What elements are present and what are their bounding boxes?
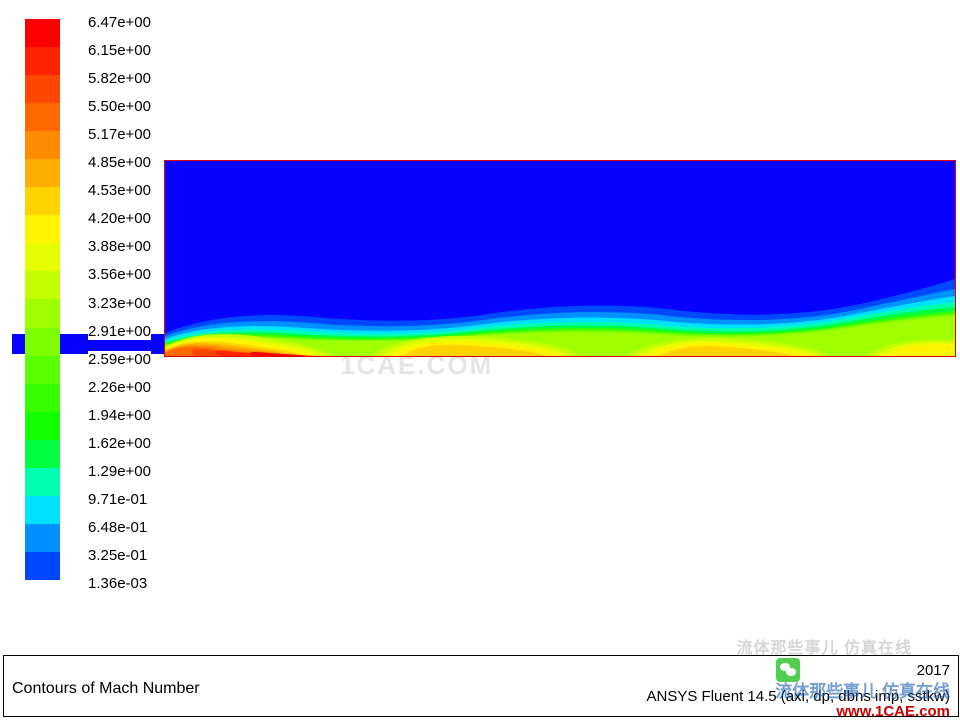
legend-label: 5.82e+00 bbox=[88, 70, 151, 87]
legend-label: 2.59e+00 bbox=[88, 351, 151, 368]
colormap-segment bbox=[25, 412, 60, 440]
legend-label: 6.15e+00 bbox=[88, 42, 151, 59]
colormap-segment bbox=[25, 243, 60, 271]
colormap-segment bbox=[25, 103, 60, 131]
colormap-segment bbox=[25, 328, 60, 356]
colormap-segment bbox=[25, 159, 60, 187]
legend-label: 3.88e+00 bbox=[88, 238, 151, 255]
colormap-segment bbox=[25, 496, 60, 524]
colormap-segment bbox=[25, 187, 60, 215]
legend-label: 5.50e+00 bbox=[88, 98, 151, 115]
colormap-bar bbox=[25, 19, 60, 580]
colormap-segment bbox=[25, 75, 60, 103]
watermark-url: www.1CAE.com bbox=[836, 703, 950, 720]
colormap-segment bbox=[25, 19, 60, 47]
legend-label: 4.53e+00 bbox=[88, 182, 151, 199]
legend-label: 3.25e-01 bbox=[88, 547, 147, 564]
legend-label: 9.71e-01 bbox=[88, 491, 147, 508]
colormap-segment bbox=[25, 299, 60, 327]
visualization-canvas: 6.47e+00 6.15e+00 5.82e+00 5.50e+00 5.17e+00… bbox=[0, 0, 960, 640]
legend-label: 1.94e+00 bbox=[88, 407, 151, 424]
colormap-segment bbox=[25, 131, 60, 159]
legend-label: 3.23e+00 bbox=[88, 295, 151, 312]
watermark-cn-blue: 流体那些事儿 仿真在线 bbox=[775, 677, 950, 702]
legend-label: 2.91e+00 bbox=[88, 323, 151, 340]
legend-label: 2.26e+00 bbox=[88, 379, 151, 396]
mach-contours-svg bbox=[165, 161, 955, 356]
legend-label: 6.48e-01 bbox=[88, 519, 147, 536]
legend-label: 6.47e+00 bbox=[88, 14, 151, 31]
colormap-segment bbox=[25, 468, 60, 496]
colormap-segment bbox=[25, 524, 60, 552]
contour-plot bbox=[164, 160, 956, 357]
colormap-segment bbox=[25, 384, 60, 412]
legend-label: 4.85e+00 bbox=[88, 154, 151, 171]
colormap-segment bbox=[25, 271, 60, 299]
plot-title: Contours of Mach Number bbox=[12, 680, 200, 698]
legend-label: 3.56e+00 bbox=[88, 266, 151, 283]
colormap-segment bbox=[25, 552, 60, 580]
legend-label: 1.62e+00 bbox=[88, 435, 151, 452]
legend-label: 5.17e+00 bbox=[88, 126, 151, 143]
colormap-segment bbox=[25, 440, 60, 468]
legend-label: 1.29e+00 bbox=[88, 463, 151, 480]
colormap-segment bbox=[25, 215, 60, 243]
legend-label: 1.36e-03 bbox=[88, 575, 147, 592]
legend-label: 4.20e+00 bbox=[88, 210, 151, 227]
colormap-segment bbox=[25, 47, 60, 75]
colormap-segment bbox=[25, 356, 60, 384]
